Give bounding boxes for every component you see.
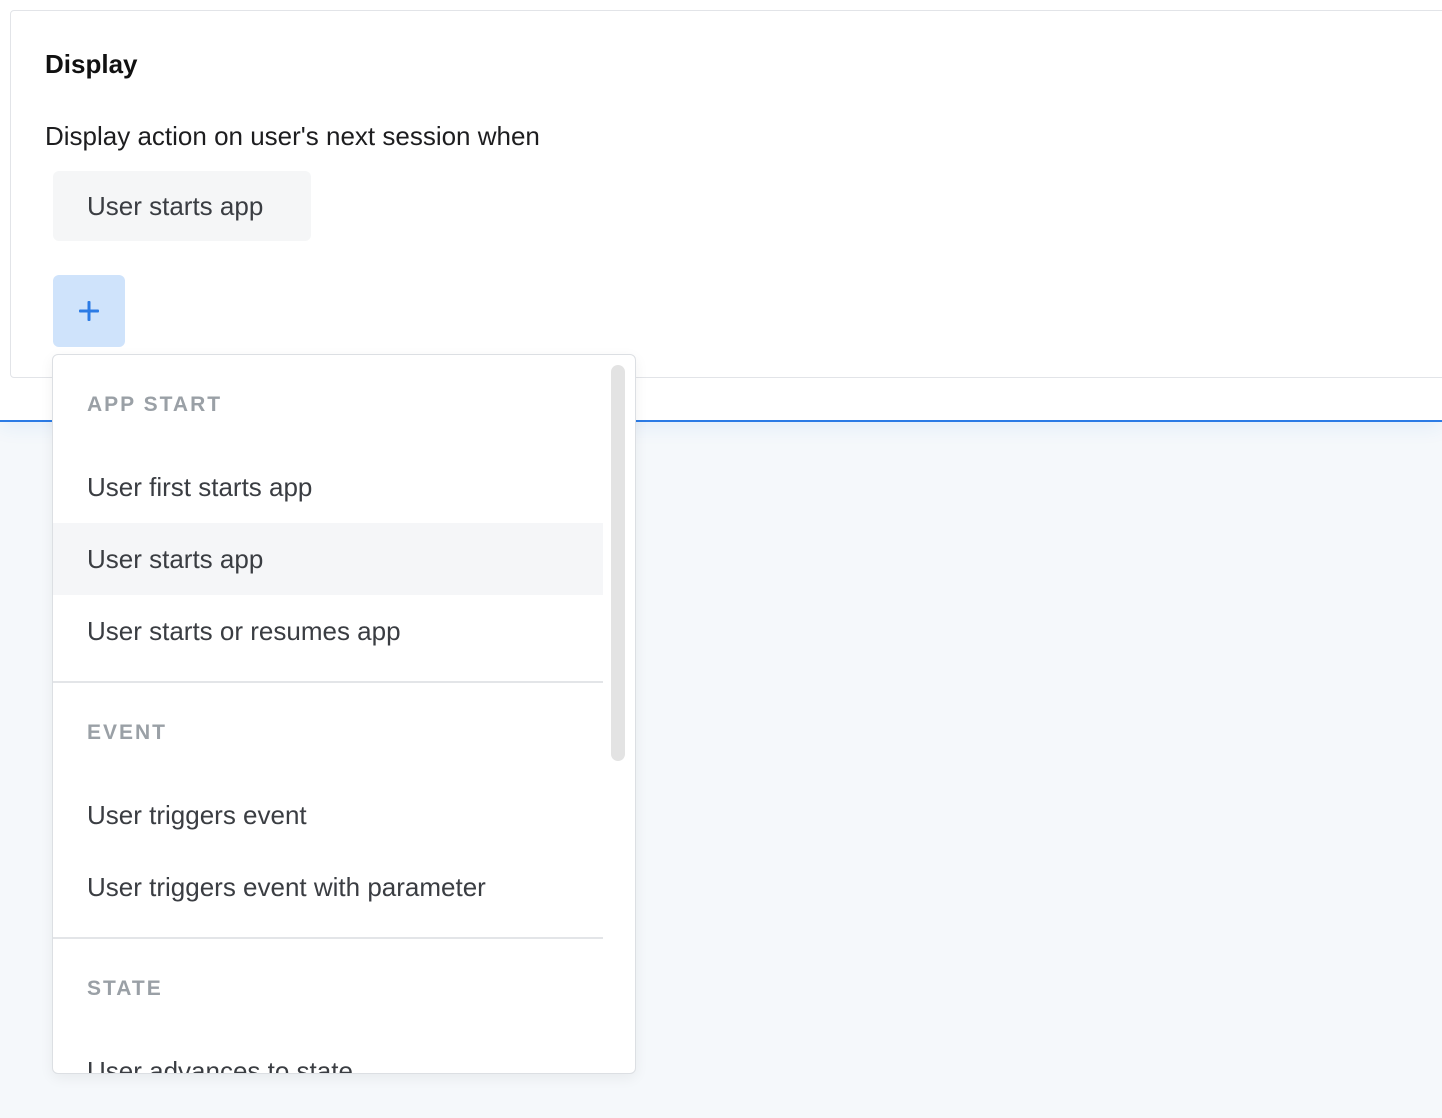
display-card: Display Display action on user's next se…	[10, 10, 1442, 378]
menu-item-user-triggers-event[interactable]: User triggers event	[53, 779, 603, 851]
group-divider	[53, 923, 603, 939]
group-header-app-start: APP START	[87, 393, 223, 416]
page: Display Display action on user's next se…	[0, 0, 1442, 1118]
add-trigger-button[interactable]	[53, 275, 125, 347]
trigger-dropdown-list: APP START User first starts app User sta…	[53, 355, 603, 1074]
menu-item-user-first-starts-app[interactable]: User first starts app	[53, 451, 603, 523]
dropdown-scrollbar[interactable]	[609, 363, 627, 1065]
menu-item-user-starts-app[interactable]: User starts app	[53, 523, 603, 595]
display-title: Display	[45, 49, 138, 79]
dropdown-scrollbar-thumb[interactable]	[611, 365, 625, 761]
menu-item-user-advances-to-state[interactable]: User advances to state	[53, 1035, 603, 1074]
selected-trigger-chip[interactable]: User starts app	[53, 171, 311, 241]
selected-trigger-label: User starts app	[87, 190, 264, 221]
group-divider	[53, 667, 603, 683]
menu-item-user-triggers-event-with-parameter[interactable]: User triggers event with parameter	[53, 851, 603, 923]
group-header-event: EVENT	[87, 721, 168, 744]
display-description: Display action on user's next session wh…	[45, 121, 540, 151]
trigger-dropdown: APP START User first starts app User sta…	[52, 354, 636, 1074]
plus-icon	[78, 300, 100, 322]
group-header-state: STATE	[87, 977, 163, 1000]
menu-item-user-starts-or-resumes-app[interactable]: User starts or resumes app	[53, 595, 603, 667]
